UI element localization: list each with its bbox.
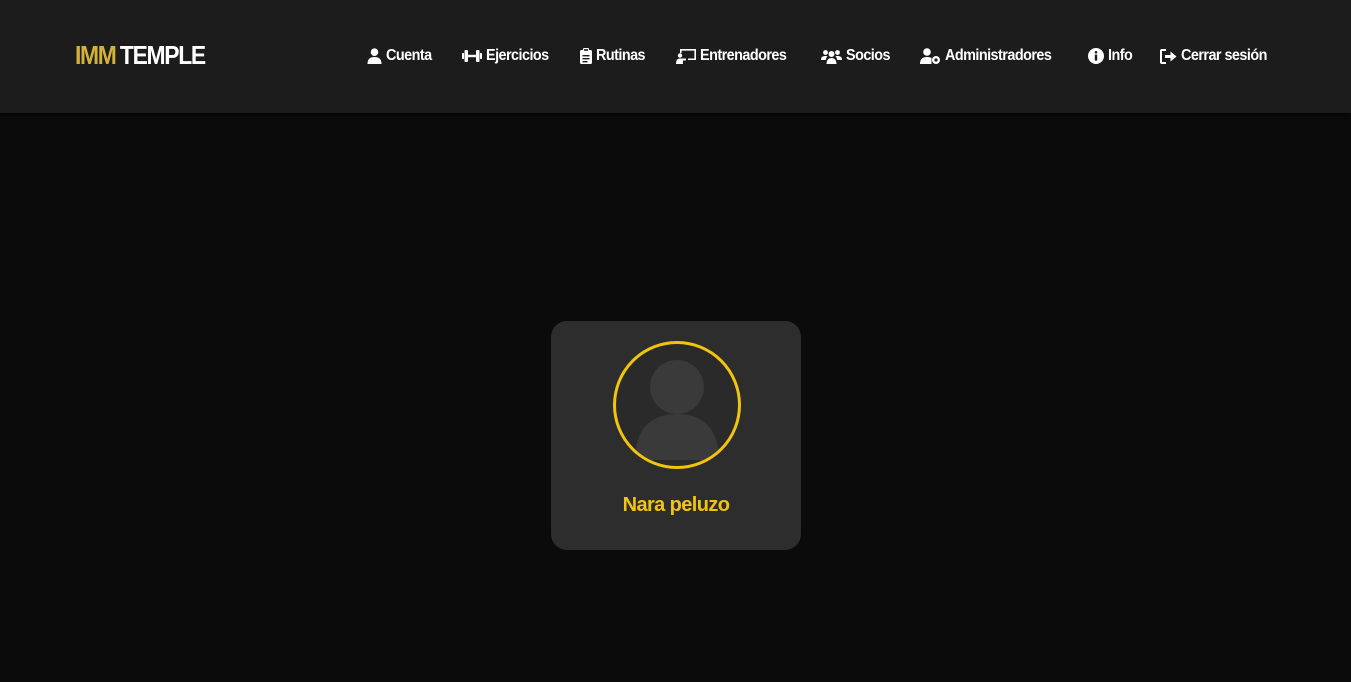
dumbbell-icon xyxy=(461,50,482,62)
nav-item-label: Ejercicios xyxy=(485,47,549,64)
main-nav: Cuenta Ejercicios Rutinas Entrenadores S… xyxy=(367,43,1276,69)
nav-item-cuenta[interactable]: Cuenta xyxy=(367,47,437,65)
nav-item-label: Cerrar sesión xyxy=(1180,47,1267,64)
default-avatar-icon xyxy=(635,360,719,460)
nav-item-socios[interactable]: Socios xyxy=(820,47,895,65)
nav-item-label: Administradores xyxy=(944,47,1052,64)
profile-card: Nara peluzo xyxy=(551,321,801,550)
nav-item-label: Entrenadores xyxy=(699,47,787,64)
nav-item-entrenadores[interactable]: Entrenadores xyxy=(675,47,796,65)
users-icon xyxy=(820,49,842,64)
brand-main-text: TEMPLE xyxy=(119,40,206,70)
nav-item-administradores[interactable]: Administradores xyxy=(919,47,1063,65)
info-circle-icon xyxy=(1087,48,1104,64)
top-navbar: IMM TEMPLE Cuenta Ejercicios Rutinas Ent… xyxy=(0,0,1351,113)
nav-item-label: Cuenta xyxy=(385,47,432,64)
user-gear-icon xyxy=(919,48,940,64)
nav-item-label: Info xyxy=(1107,47,1133,64)
nav-item-cerrar-sesion[interactable]: Cerrar sesión xyxy=(1159,47,1276,65)
nav-item-rutinas[interactable]: Rutinas xyxy=(580,47,650,65)
clipboard-icon xyxy=(580,48,593,64)
brand-accent-text: IMM xyxy=(75,40,117,70)
sign-out-icon xyxy=(1159,48,1177,64)
brand-logo[interactable]: IMM TEMPLE xyxy=(75,39,206,71)
chalkboard-teacher-icon xyxy=(675,48,696,64)
avatar xyxy=(613,341,741,469)
user-icon xyxy=(367,48,382,64)
profile-name: Nara peluzo xyxy=(622,494,730,516)
nav-item-label: Socios xyxy=(845,47,891,64)
nav-item-info[interactable]: Info xyxy=(1087,47,1135,65)
nav-item-ejercicios[interactable]: Ejercicios xyxy=(461,47,556,65)
nav-item-label: Rutinas xyxy=(596,47,646,64)
